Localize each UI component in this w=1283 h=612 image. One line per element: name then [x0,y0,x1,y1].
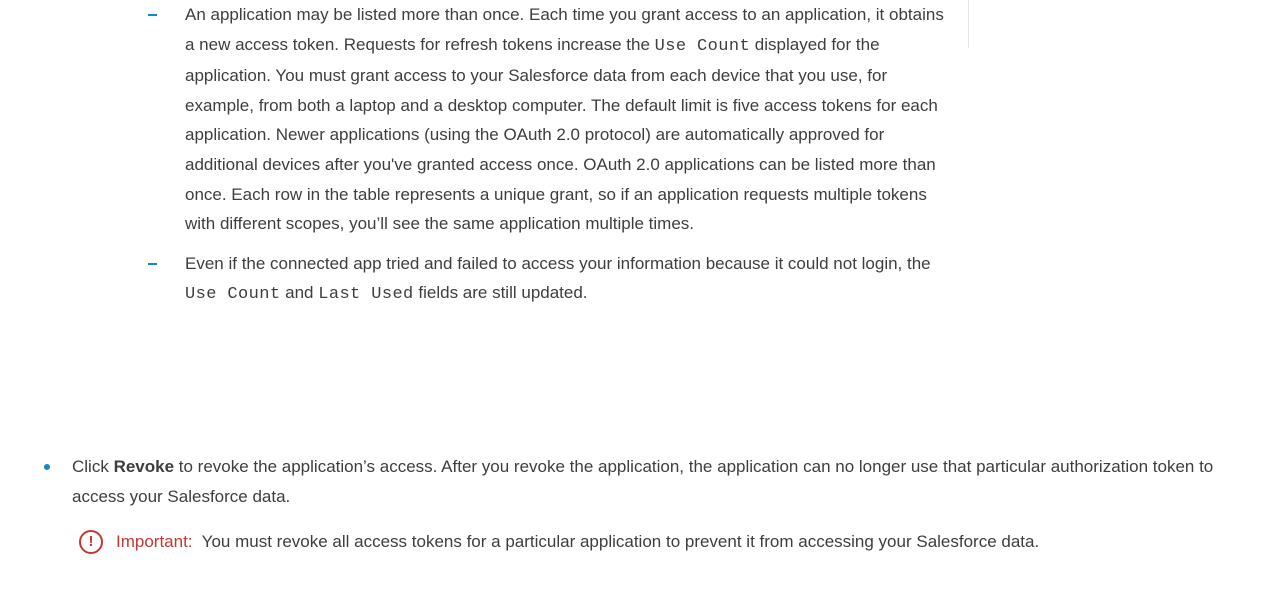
important-text: You must revoke all access tokens for a … [192,532,1040,552]
nested-list: An application may be listed more than o… [148,0,948,310]
bullet-list: Click Revoke to revoke the application’s… [44,452,1254,557]
last-used-code: Last Used [318,285,414,305]
item-text: Even if the connected app tried and fail… [185,253,931,273]
use-count-code: Use Count [654,36,751,56]
item-text: displayed for the application. You must … [185,34,938,234]
sidebar-divider [968,0,969,48]
dash-bullet-icon [148,262,157,265]
item-text: and [280,283,319,303]
dash-bullet-icon [148,14,157,16]
revoke-paragraph: Click Revoke to revoke the application’s… [72,452,1254,511]
list-item: Even if the connected app tried and fail… [148,249,948,310]
exclamation-circle-icon: ! [79,530,103,555]
important-label: Important: [116,532,193,552]
list-item: An application may be listed more than o… [148,0,948,239]
bullet-dot-icon [44,464,50,470]
item-text: to revoke the application’s access. Afte… [72,457,1214,506]
item-text: Click [72,457,114,476]
use-count-code: Use Count [185,285,281,305]
list-item: Click Revoke to revoke the application’s… [44,452,1254,557]
item-text: fields are still updated. [413,283,588,303]
important-note: ! Important: You must revoke all access … [75,527,1254,557]
revoke-term: Revoke [113,457,175,476]
